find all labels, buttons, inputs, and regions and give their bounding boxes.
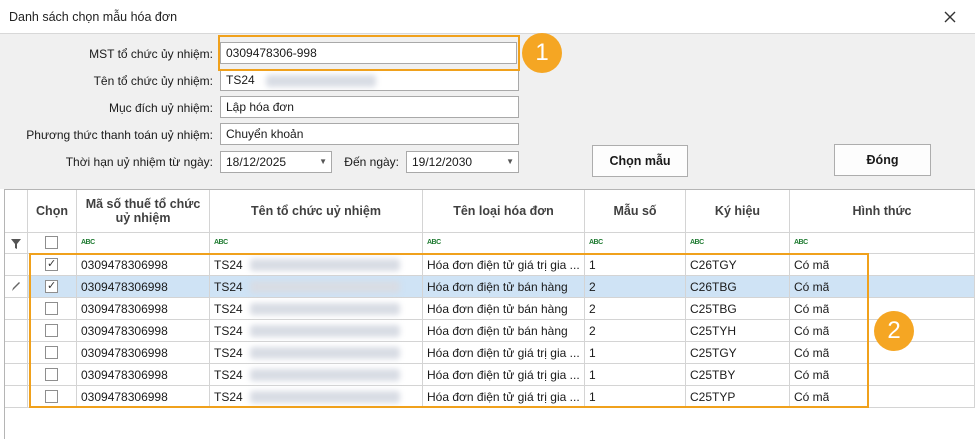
redacted-name xyxy=(266,74,377,87)
text-filter-icon: ABC xyxy=(690,239,704,246)
row-indicator[interactable] xyxy=(5,364,28,386)
col-header-form[interactable]: Hình thức xyxy=(790,190,975,233)
pencil-icon xyxy=(11,280,21,295)
filter-checkbox[interactable] xyxy=(45,236,58,249)
callout-badge-2: 2 xyxy=(874,311,914,351)
title-bar: Danh sách chọn mẫu hóa đơn xyxy=(0,0,975,34)
text-filter-icon: ABC xyxy=(214,239,228,246)
col-header-invoice-type[interactable]: Tên loại hóa đơn xyxy=(423,190,585,233)
purpose-field[interactable]: Lập hóa đơn xyxy=(220,96,519,118)
purpose-label: Mục đích uỷ nhiệm: xyxy=(108,101,213,115)
close-icon[interactable] xyxy=(939,6,961,28)
payment-field[interactable]: Chuyển khoản xyxy=(220,123,519,145)
to-date-picker[interactable]: 19/12/2030 ▼ xyxy=(406,151,519,173)
row-indicator[interactable] xyxy=(5,254,28,276)
text-filter-icon: ABC xyxy=(427,239,441,246)
callout-highlight-2 xyxy=(29,253,869,408)
filter-select[interactable] xyxy=(28,233,77,254)
from-date-label: Thời hạn uỷ nhiệm từ ngày: xyxy=(65,155,213,169)
mst-label: MST tổ chức ủy nhiệm: xyxy=(89,47,213,61)
org-name-label: Tên tổ chức ủy nhiệm: xyxy=(93,74,213,88)
window-title: Danh sách chọn mẫu hóa đơn xyxy=(9,10,178,24)
col-header-template-no[interactable]: Mẫu số xyxy=(585,190,686,233)
callout-highlight-1 xyxy=(218,35,520,71)
filter-form[interactable]: ABC xyxy=(790,233,975,254)
org-name-field[interactable]: TS24 xyxy=(220,69,519,91)
row-indicator[interactable] xyxy=(5,276,28,298)
col-header-org-name[interactable]: Tên tổ chức uỷ nhiệm xyxy=(210,190,423,233)
filter-symbol[interactable]: ABC xyxy=(686,233,790,254)
org-name-value: TS24 xyxy=(226,73,255,87)
row-indicator[interactable] xyxy=(5,320,28,342)
filter-org-name[interactable]: ABC xyxy=(210,233,423,254)
text-filter-icon: ABC xyxy=(81,239,95,246)
to-date-value: 19/12/2030 xyxy=(412,155,473,169)
callout-badge-1: 1 xyxy=(522,33,562,73)
col-header-tax-code[interactable]: Mã số thuế tổ chức uỷ nhiệm xyxy=(77,190,210,233)
from-date-picker[interactable]: 18/12/2025 ▼ xyxy=(220,151,332,173)
col-header-select[interactable]: Chọn xyxy=(28,190,77,233)
choose-template-button[interactable]: Chọn mẫu xyxy=(592,145,688,177)
from-date-value: 18/12/2025 xyxy=(226,155,287,169)
filter-icon[interactable] xyxy=(11,238,21,252)
text-filter-icon: ABC xyxy=(794,239,808,246)
row-indicator[interactable] xyxy=(5,386,28,408)
row-indicator[interactable] xyxy=(5,298,28,320)
row-indicator[interactable] xyxy=(5,342,28,364)
payment-label: Phương thức thanh toán uỷ nhiệm: xyxy=(26,128,213,142)
to-date-label: Đến ngày: xyxy=(344,155,399,169)
text-filter-icon: ABC xyxy=(589,239,603,246)
close-button[interactable]: Đóng xyxy=(834,144,931,176)
row-indicator-header xyxy=(5,190,28,233)
chevron-down-icon[interactable]: ▼ xyxy=(506,157,514,166)
col-header-symbol[interactable]: Ký hiệu xyxy=(686,190,790,233)
chevron-down-icon[interactable]: ▼ xyxy=(319,157,327,166)
filter-tax-code[interactable]: ABC xyxy=(77,233,210,254)
filter-template-no[interactable]: ABC xyxy=(585,233,686,254)
filter-invoice-type[interactable]: ABC xyxy=(423,233,585,254)
filter-row-indicator xyxy=(5,233,28,254)
